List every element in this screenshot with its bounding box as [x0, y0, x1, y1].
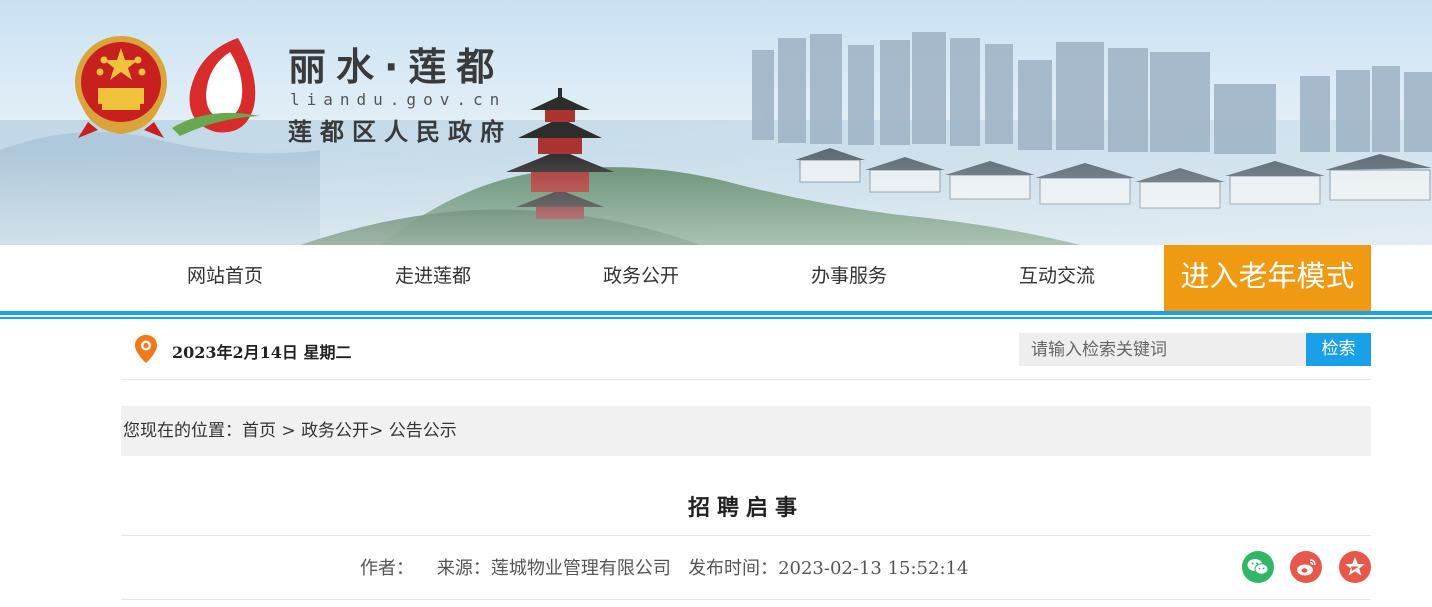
breadcrumb-home[interactable]: 首页	[242, 421, 276, 441]
breadcrumb-prefix: 您现在的位置：	[123, 421, 242, 441]
share-qzone-button[interactable]	[1339, 551, 1371, 583]
nav-item-about[interactable]: 走进莲都	[329, 245, 537, 311]
publish-time-label: 发布时间：	[688, 558, 779, 579]
nav-item-interaction[interactable]: 互动交流	[953, 245, 1161, 311]
location-pin-icon	[135, 335, 157, 363]
nav-item-home[interactable]: 网站首页	[121, 245, 329, 311]
breadcrumb-separator: >	[276, 421, 302, 441]
header-banner: 丽水·莲都 liandu.gov.cn 莲都区人民政府	[0, 0, 1432, 245]
nav-divider-thin	[0, 317, 1432, 319]
search-button[interactable]: 检索	[1306, 333, 1371, 366]
nav-item-services[interactable]: 办事服务	[745, 245, 953, 311]
article-divider-bottom	[121, 599, 1371, 600]
nav-item-gov-info[interactable]: 政务公开	[537, 245, 745, 311]
source-label: 来源：	[436, 558, 491, 579]
liandu-logo-icon	[172, 38, 260, 136]
wechat-icon	[1247, 559, 1269, 575]
source-value: 莲城物业管理有限公司	[490, 558, 671, 579]
breadcrumb-separator: >	[369, 421, 389, 441]
search-input[interactable]	[1019, 333, 1306, 366]
article-divider-top	[121, 535, 1371, 536]
article-meta: 作者： 来源：莲城物业管理有限公司 发布时间：2023-02-13 15:52:…	[360, 554, 968, 580]
elder-mode-button[interactable]: 进入老年模式	[1164, 245, 1371, 311]
breadcrumb-current[interactable]: 公告公示	[389, 421, 457, 441]
national-emblem-icon	[75, 36, 167, 138]
publish-time-value: 2023-02-13 15:52:14	[778, 558, 969, 579]
breadcrumb-section[interactable]: 政务公开	[301, 421, 369, 441]
site-domain: liandu.gov.cn	[290, 90, 507, 109]
share-wechat-button[interactable]	[1242, 551, 1274, 583]
site-subtitle: 莲都区人民政府	[288, 118, 512, 146]
qzone-icon	[1345, 557, 1365, 576]
weibo-icon	[1297, 559, 1316, 576]
author-label: 作者：	[360, 558, 414, 579]
share-weibo-button[interactable]	[1290, 551, 1322, 583]
site-title: 丽水·莲都	[288, 45, 505, 89]
main-nav: 网站首页 走进莲都 政务公开 办事服务 互动交流 进入老年模式	[0, 245, 1432, 311]
current-date: 2023年2月14日 星期二	[172, 343, 352, 362]
info-bar: 2023年2月14日 星期二 检索	[121, 320, 1371, 380]
nav-divider	[0, 311, 1432, 315]
breadcrumb: 您现在的位置：首页 > 政务公开> 公告公示	[121, 406, 1371, 456]
article-title: 招聘启事	[687, 495, 804, 521]
